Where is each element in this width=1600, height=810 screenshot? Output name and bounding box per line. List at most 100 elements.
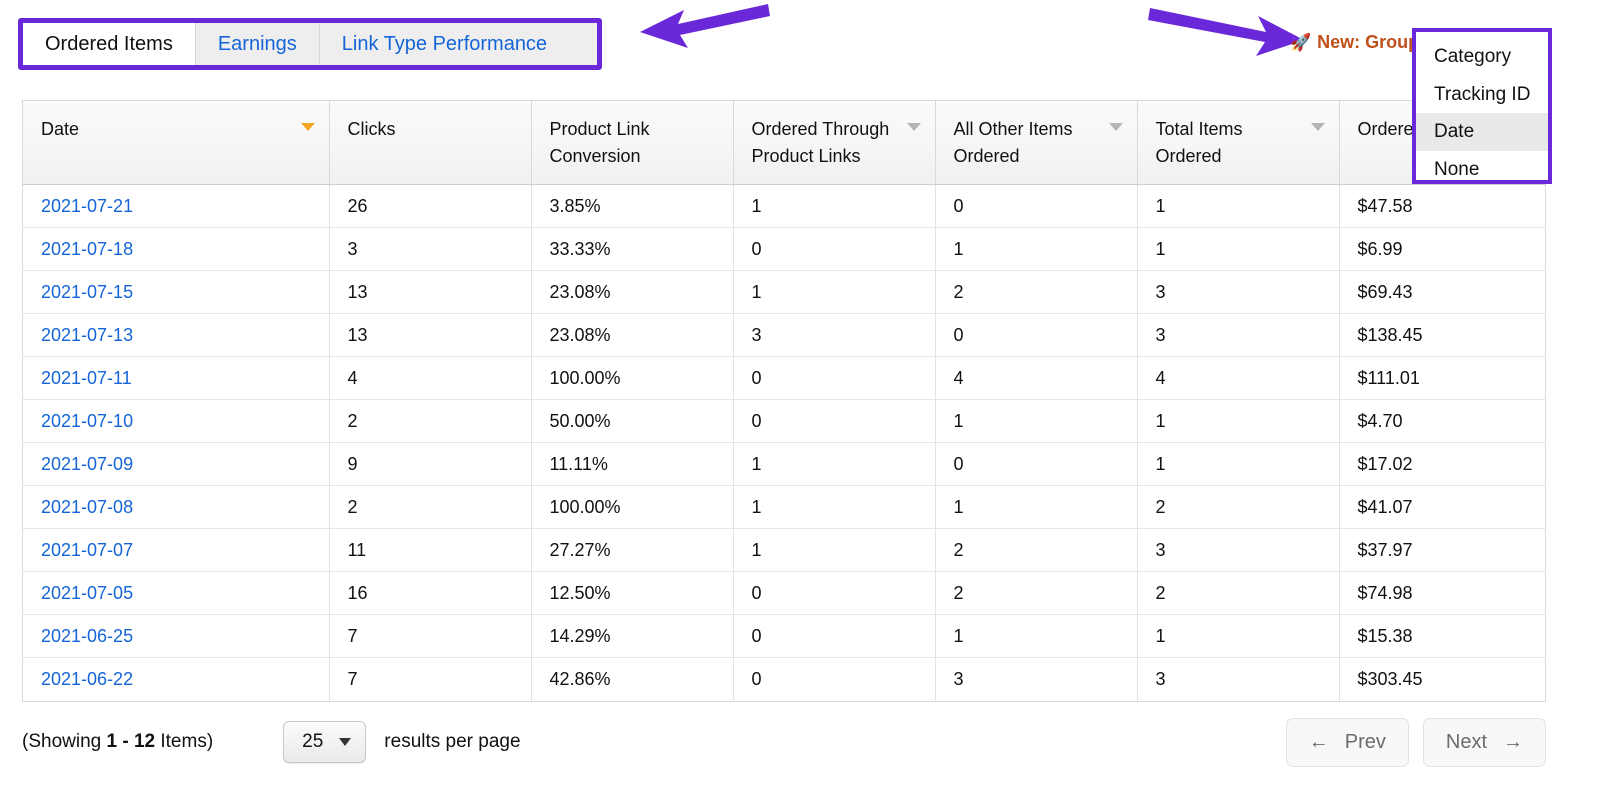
cell-all-other-items-ordered: 1 [935,399,1138,443]
cell-conversion: 23.08% [531,313,734,357]
pagination-controls: ← Prev Next → [1285,717,1546,767]
cell-total-items-ordered: 2 [1137,571,1340,615]
cell-clicks: 11 [329,528,532,572]
cell-clicks: 7 [329,614,532,658]
date-link[interactable]: 2021-07-07 [41,540,133,560]
rocket-icon: 🚀 [1290,33,1312,52]
table-row: 2021-06-22 7 42.86% 0 3 3 $303.45 [23,657,1545,701]
cell-date: 2021-07-13 [23,313,330,357]
dropdown-item-tracking-id[interactable]: Tracking ID [1416,76,1548,114]
table-row: 2021-06-25 7 14.29% 0 1 1 $15.38 [23,614,1545,658]
cell-date: 2021-07-10 [23,399,330,443]
tab-earnings[interactable]: Earnings [195,23,320,65]
group-by-dropdown-list: Category Tracking ID Date None [1416,32,1548,189]
cell-all-other-items-ordered: 1 [935,614,1138,658]
dropdown-item-category[interactable]: Category [1416,38,1548,76]
cell-ordered-revenue: $37.97 [1339,528,1545,572]
tab-ordered-items-label: Ordered Items [45,32,173,55]
tabs-highlight-box: Ordered Items Earnings Link Type Perform… [18,18,602,70]
column-header-date[interactable]: Date [23,101,330,185]
table-row: 2021-07-13 13 23.08% 3 0 3 $138.45 [23,313,1545,357]
results-per-page-select[interactable]: 25 [283,721,367,763]
cell-ordered-revenue: $74.98 [1339,571,1545,615]
cell-all-other-items-ordered: 3 [935,657,1138,701]
column-header-clicks-label: Clicks [347,119,396,139]
cell-date: 2021-07-08 [23,485,330,529]
date-link[interactable]: 2021-06-22 [41,669,133,689]
cell-clicks: 16 [329,571,532,615]
cell-total-items-ordered: 1 [1137,399,1340,443]
table-row: 2021-07-08 2 100.00% 1 1 2 $41.07 [23,485,1545,529]
dropdown-item-date[interactable]: Date [1416,113,1548,151]
date-link[interactable]: 2021-06-25 [41,626,133,646]
cell-date: 2021-07-09 [23,442,330,486]
cell-total-items-ordered: 3 [1137,657,1340,701]
results-per-page-value: 25 [302,731,324,752]
date-link[interactable]: 2021-07-11 [41,368,132,388]
report-table-body: 2021-07-21 26 3.85% 1 0 1 $47.58 2021-07-18 3 33.… [23,184,1545,701]
report-page: Ordered Items Earnings Link Type Perform… [0,0,1600,810]
date-link[interactable]: 2021-07-05 [41,583,133,603]
cell-total-items-ordered: 2 [1137,485,1340,529]
table-row: 2021-07-07 11 27.27% 1 2 3 $37.97 [23,528,1545,572]
table-row: 2021-07-11 4 100.00% 0 4 4 $111.01 [23,356,1545,400]
cell-ordered-revenue: $138.45 [1339,313,1545,357]
sort-caret-down-icon[interactable] [1310,123,1325,131]
cell-all-other-items-ordered: 0 [935,184,1138,228]
cell-date: 2021-07-18 [23,227,330,271]
cell-clicks: 2 [329,485,532,529]
cell-all-other-items-ordered: 1 [935,485,1138,529]
prev-page-button[interactable]: ← Prev [1285,717,1409,767]
date-link[interactable]: 2021-07-08 [41,497,133,517]
sort-caret-down-icon[interactable] [906,123,921,131]
table-footer: (Showing 1 - 12 Items) 25 results per pa… [22,712,1546,772]
cell-total-items-ordered: 1 [1137,184,1340,228]
table-row: 2021-07-15 13 23.08% 1 2 3 $69.43 [23,270,1545,314]
report-table: Date Clicks Product Link Conversion Orde… [23,101,1545,701]
date-link[interactable]: 2021-07-21 [41,196,133,216]
cell-ordered-revenue: $17.02 [1339,442,1545,486]
arrow-left-icon: ← [1308,730,1329,753]
column-header-all-other-items-ordered[interactable]: All Other Items Ordered [935,101,1138,185]
cell-conversion: 42.86% [531,657,734,701]
cell-conversion: 23.08% [531,270,734,314]
cell-total-items-ordered: 1 [1137,614,1340,658]
cell-date: 2021-07-07 [23,528,330,572]
cell-ordered-through-product-links: 0 [733,657,936,701]
cell-conversion: 3.85% [531,184,734,228]
cell-ordered-through-product-links: 0 [733,571,936,615]
cell-all-other-items-ordered: 4 [935,356,1138,400]
tab-earnings-label: Earnings [217,32,297,55]
cell-ordered-through-product-links: 0 [733,399,936,443]
tab-link-type-performance[interactable]: Link Type Performance [319,23,570,65]
cell-ordered-revenue: $4.70 [1339,399,1545,443]
group-by-dropdown[interactable]: Category Tracking ID Date None [1412,28,1552,184]
column-header-clicks[interactable]: Clicks [329,101,532,185]
sort-caret-down-icon[interactable] [1108,123,1123,131]
report-table-container: Date Clicks Product Link Conversion Orde… [22,100,1546,702]
tab-bar: Ordered Items Earnings Link Type Perform… [23,23,597,65]
date-link[interactable]: 2021-07-10 [41,411,133,431]
cell-ordered-through-product-links: 0 [733,227,936,271]
date-link[interactable]: 2021-07-15 [41,282,133,302]
date-link[interactable]: 2021-07-18 [41,239,133,259]
cell-date: 2021-06-22 [23,657,330,701]
date-link[interactable]: 2021-07-09 [41,454,133,474]
table-row: 2021-07-05 16 12.50% 0 2 2 $74.98 [23,571,1545,615]
cell-ordered-through-product-links: 0 [733,614,936,658]
results-per-page-label: results per page [384,731,521,752]
cell-clicks: 13 [329,313,532,357]
column-header-product-link-conversion[interactable]: Product Link Conversion [531,101,734,185]
column-header-total-items-ordered[interactable]: Total Items Ordered [1137,101,1340,185]
cell-clicks: 4 [329,356,532,400]
cell-total-items-ordered: 3 [1137,270,1340,314]
table-row: 2021-07-21 26 3.85% 1 0 1 $47.58 [23,184,1545,228]
next-page-button[interactable]: Next → [1422,717,1546,767]
column-header-ordered-through-product-links[interactable]: Ordered Through Product Links [733,101,936,185]
cell-ordered-through-product-links: 1 [733,184,936,228]
tab-ordered-items[interactable]: Ordered Items [23,23,196,65]
cell-conversion: 100.00% [531,485,734,529]
sort-caret-down-icon[interactable] [300,123,315,131]
dropdown-item-none[interactable]: None [1416,151,1548,189]
date-link[interactable]: 2021-07-13 [41,325,133,345]
